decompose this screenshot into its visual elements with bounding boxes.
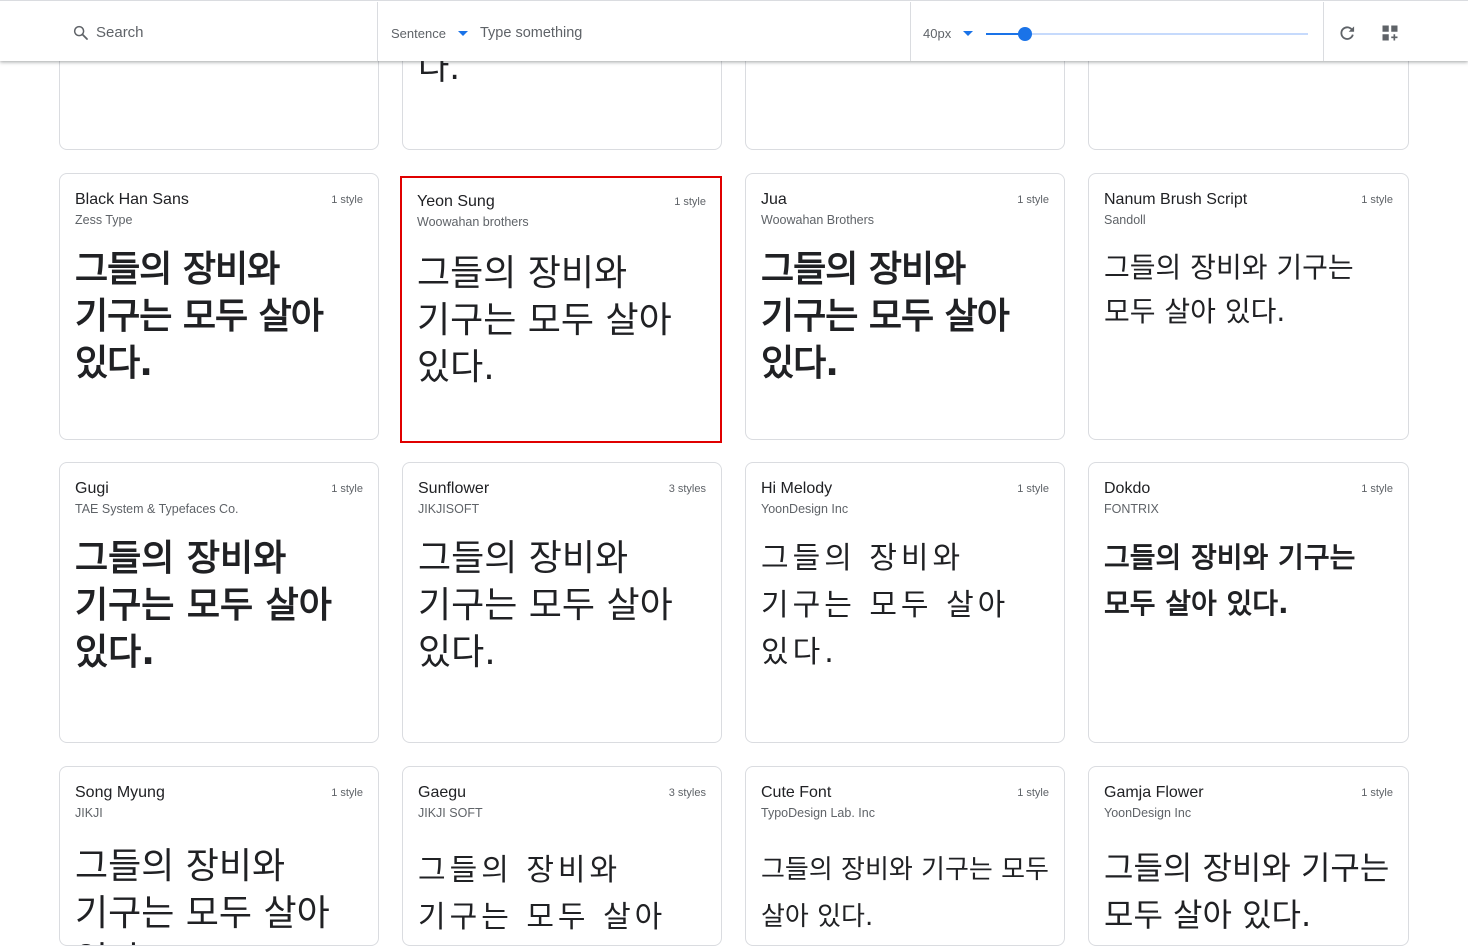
style-count: 1 style (331, 787, 363, 799)
font-name: Hi Melody (761, 480, 833, 497)
font-sample-text: 그들의 장비와 기구는 모두 살아 있다. (761, 855, 1049, 932)
font-size-dropdown[interactable]: 40px (923, 26, 951, 41)
font-sample-text: 그들의 장비와 기구는 모두 살아 있다. (761, 541, 1010, 670)
style-count: 1 style (1361, 194, 1393, 206)
style-count: 1 style (674, 196, 706, 208)
font-sample-text: 그들의 장비와 기구는 모두 살아 있다. (75, 249, 324, 384)
search-icon (73, 25, 88, 40)
font-sample-text: 그들의 장비와 기구는 모두 살아 있다. (1104, 541, 1356, 620)
font-author: YoonDesign Inc (1104, 806, 1192, 820)
font-name: Black Han Sans (75, 191, 189, 208)
font-card-sunflower[interactable]: Sunflower JIKJISOFT 3 styles 그들의 장비와 기구는… (402, 462, 722, 743)
font-author: JIKJISOFT (418, 502, 480, 516)
font-name: Song Myung (75, 784, 165, 801)
font-sample-text: 그들의 장비와 기구는 모두 살아 있다. (417, 253, 672, 388)
font-card-cute-font[interactable]: Cute Font TypoDesign Lab. Inc 1 style 그들… (745, 766, 1065, 946)
style-count: 1 style (331, 483, 363, 495)
font-card-song-myung[interactable]: Song Myung JIKJI 1 style 그들의 장비와 기구는 모두 … (59, 766, 379, 946)
font-size-section: 40px (910, 2, 1324, 61)
font-sample-text: 그들의 장비와 기구는 모두 살아 있다. (1104, 251, 1354, 328)
font-card-yeon-sung[interactable]: Yeon Sung Woowahan brothers 1 style 그들의 … (400, 176, 722, 443)
sentence-mode-dropdown[interactable]: Sentence (391, 26, 446, 41)
style-count: 1 style (1361, 483, 1393, 495)
font-author: JIKJI SOFT (418, 806, 483, 820)
chevron-down-icon[interactable] (963, 31, 973, 36)
font-toolbar: Search Sentence 40px (0, 0, 1468, 61)
font-sample-text: 그들의 장비와 기구는 모두 살아 있다. (418, 538, 673, 673)
style-count: 1 style (1361, 787, 1393, 799)
font-sample-text: 그들의 장비와 기구는 모두 살아 있다. (761, 249, 1010, 384)
style-count: 1 style (1017, 483, 1049, 495)
preview-text-section: Sentence (377, 2, 911, 61)
font-card-gugi[interactable]: Gugi TAE System & Typefaces Co. 1 style … (59, 462, 379, 743)
font-name: Gaegu (418, 784, 467, 801)
font-size-slider[interactable] (986, 27, 1308, 41)
font-card-dokdo[interactable]: Dokdo FONTRIX 1 style 그들의 장비와 기구는 모두 살아 … (1088, 462, 1409, 743)
chevron-down-icon[interactable] (458, 31, 468, 36)
font-name: Gugi (75, 480, 109, 497)
font-author: JIKJI (75, 806, 103, 820)
font-name: Yeon Sung (417, 193, 495, 210)
font-sample-text: 그들의 장비와 기구는 모두 살아 있다. (75, 846, 330, 945)
slider-thumb[interactable] (1017, 27, 1032, 41)
font-card-nanum-brush-script[interactable]: Nanum Brush Script Sandoll 1 style 그들의 장… (1088, 173, 1409, 440)
font-author: Woowahan brothers (417, 215, 529, 229)
font-author: TypoDesign Lab. Inc (761, 806, 875, 820)
font-author: YoonDesign Inc (761, 502, 849, 516)
font-sample-text: 그들의 장비와 기구는 모두 살아 있다. (1104, 849, 1390, 934)
font-card-hi-melody[interactable]: Hi Melody YoonDesign Inc 1 style 그들의 장비와… (745, 462, 1065, 743)
style-count: 3 styles (668, 787, 706, 799)
grid-view-icon[interactable] (1380, 23, 1400, 43)
font-name: Gamja Flower (1104, 784, 1204, 801)
search-section[interactable]: Search (0, 2, 378, 61)
font-author: TAE System & Typefaces Co. (75, 502, 239, 516)
font-author: Sandoll (1104, 213, 1146, 227)
style-count: 1 style (331, 194, 363, 206)
font-card-jua[interactable]: Jua Woowahan Brothers 1 style 그들의 장비와 기구… (745, 173, 1065, 440)
font-author: Woowahan Brothers (761, 213, 875, 227)
font-name: Sunflower (418, 480, 490, 497)
font-author: FONTRIX (1104, 502, 1159, 516)
style-count: 3 styles (668, 483, 706, 495)
search-input[interactable]: Search (96, 24, 144, 41)
font-sample-text: 그들의 장비와 기구는 모두 살아 있다. (75, 538, 332, 673)
font-name: Nanum Brush Script (1104, 191, 1248, 208)
style-count: 1 style (1017, 194, 1049, 206)
style-count: 1 style (1017, 787, 1049, 799)
refresh-icon[interactable] (1337, 23, 1357, 43)
font-name: Jua (761, 191, 787, 208)
font-name: Cute Font (761, 784, 832, 801)
font-card-gaegu[interactable]: Gaegu JIKJI SOFT 3 styles 그들의 장비와 기구는 모두… (402, 766, 722, 946)
font-sample-text: 그들의 장비와 기구는 모두 살아 있다. (418, 853, 667, 935)
font-name: Dokdo (1104, 480, 1151, 497)
font-author: Zess Type (75, 213, 133, 227)
preview-text-input[interactable] (480, 22, 880, 44)
font-card-gamja-flower[interactable]: Gamja Flower YoonDesign Inc 1 style 그들의 … (1088, 766, 1409, 946)
font-card-black-han-sans[interactable]: Black Han Sans Zess Type 1 style 그들의 장비와… (59, 173, 379, 440)
actions-section (1323, 2, 1468, 61)
